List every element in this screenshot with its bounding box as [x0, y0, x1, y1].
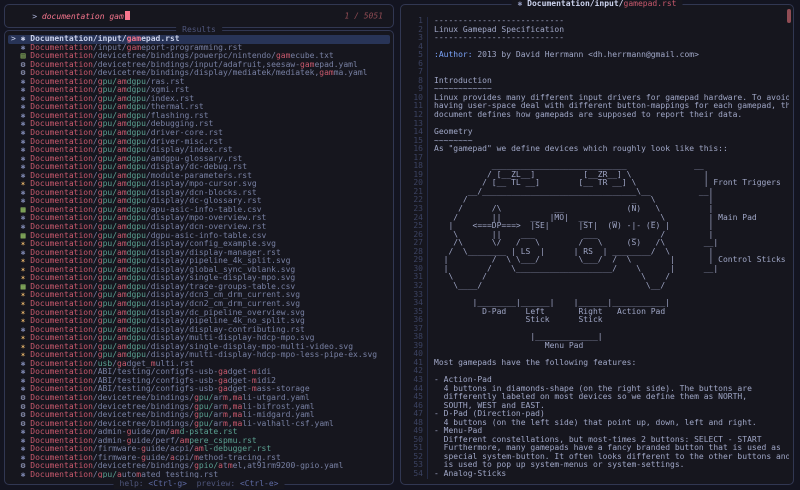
preview-line: 6	[405, 59, 789, 69]
line-number: 6	[405, 59, 428, 69]
preview-label: preview:	[196, 479, 236, 488]
preview-line: 36 Stick Stick	[405, 316, 789, 325]
preview-text: Most gamepads have the following feature…	[434, 357, 637, 367]
results-panel-title: Results	[176, 25, 222, 35]
line-number: 3	[405, 34, 428, 43]
preview-line: 41 Most gamepads have the following featu…	[405, 357, 789, 368]
path-segment: li-valhall-csf.yaml	[242, 418, 334, 428]
path-segment: ated_testing.rst	[141, 469, 219, 478]
preview-line: 16 As "gamepad" we define devices which r…	[405, 145, 789, 154]
preview-line: 32 \____/ \__/	[405, 280, 789, 291]
preview-text: ---------------------------	[434, 33, 565, 43]
help-label: help:	[119, 479, 144, 488]
line-number: 1	[405, 17, 428, 26]
path-segment: ma.yaml	[333, 68, 368, 78]
help-key-ctrl-g: <Ctrl-g>	[148, 479, 187, 488]
help-hint: help: <Ctrl-g> preview: <Ctrl-e>	[113, 479, 285, 489]
preview-title-file: gamepad.rst	[623, 0, 677, 8]
line-number: 2	[405, 25, 428, 35]
path-segment: Documentation	[30, 469, 93, 478]
preview-text: 4 buttons (on the left side) that point …	[434, 417, 757, 427]
results-panel: Results > ✱ Documentation/input/gamepad.…	[4, 25, 394, 489]
results-list[interactable]: > ✱ Documentation/input/gamepad.rst ✱ Do…	[8, 35, 390, 478]
preview-title-dir: Documentation/input/	[527, 0, 624, 8]
help-key-ctrl-e: <Ctrl-e>	[239, 479, 279, 488]
text-cursor	[124, 11, 130, 20]
rst-field-name: :Author:	[434, 50, 473, 60]
preview-scrollbar-thumb[interactable]	[787, 9, 791, 23]
preview-text: document defines how gamepads are suppos…	[434, 110, 743, 120]
line-number: 54	[405, 469, 428, 479]
line-number: 8	[405, 76, 428, 86]
line-number: 5	[405, 51, 428, 60]
preview-line: 39 Menu Pad	[405, 340, 789, 351]
path-segment: uto	[121, 469, 137, 478]
path-segment: pu/	[102, 469, 118, 478]
row-indent	[11, 470, 21, 478]
path-segment: el,at91rm9200-gpio.yaml	[232, 461, 344, 471]
preview-line: 12 document defines how gamepads are supp…	[405, 110, 789, 120]
preview-text: :Author: 2013 by David Herrmann <dh.herr…	[434, 50, 699, 60]
match-counter: 1 / 5051	[344, 11, 383, 21]
rst-file-icon: ✱	[20, 469, 31, 478]
preview-text: Menu Pad	[434, 340, 584, 350]
preview-text: \____/ \__/	[434, 280, 666, 290]
line-number: 4	[405, 42, 428, 52]
search-query-text[interactable]: documentation gam	[42, 12, 124, 21]
preview-line: 5 :Author: 2013 by David Herrmann <dh.her…	[405, 50, 789, 60]
result-row[interactable]: ✱ Documentation/gpu/automated_testing.rs…	[8, 469, 390, 478]
line-number: 7	[405, 68, 428, 77]
preview-text: - Analog-Sticks	[434, 468, 507, 478]
preview-line: 54 - Analog-Sticks	[405, 468, 789, 479]
preview-text: As "gamepad" we define devices which rou…	[434, 144, 728, 154]
preview-content[interactable]: 1 --------------------------- 2 Linux Gamep…	[405, 17, 789, 482]
preview-line: 3 ---------------------------	[405, 34, 789, 43]
preview-text: Stick Stick	[434, 315, 603, 325]
path-segment: gam	[319, 68, 334, 78]
preview-panel: ✱ Documentation/input/gamepad.rst 1 -----…	[400, 0, 794, 485]
preview-title: ✱ Documentation/input/gamepad.rst	[511, 0, 683, 9]
